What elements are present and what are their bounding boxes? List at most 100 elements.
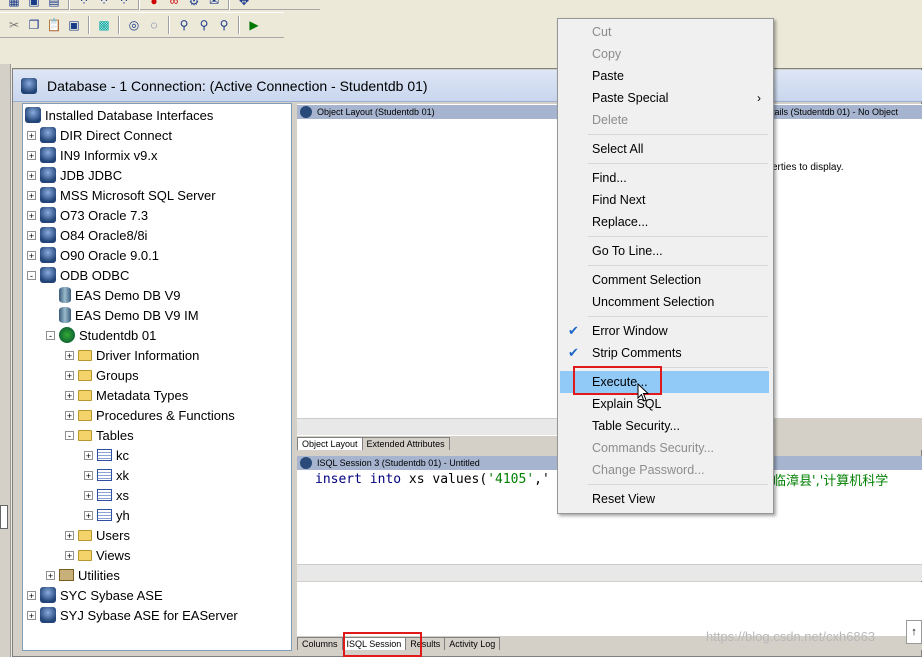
tree-item[interactable]: + O90 Oracle 9.0.1 [27, 245, 159, 265]
isql-scrollbar[interactable] [297, 564, 922, 581]
menu-item-label: Paste [592, 69, 624, 83]
tree-item[interactable]: + DIR Direct Connect [27, 125, 172, 145]
toolbar-icon-i[interactable]: ⚙ [185, 0, 203, 10]
splitter[interactable] [292, 103, 296, 651]
tree-item[interactable]: EAS Demo DB V9 [46, 285, 181, 305]
find-next-icon[interactable]: ⚲ [195, 16, 213, 34]
tree-item[interactable]: + MSS Microsoft SQL Server [27, 185, 216, 205]
tree-item[interactable]: + JDB JDBC [27, 165, 122, 185]
toolbar-icon-h[interactable]: ∞ [165, 0, 183, 10]
object-layout-scrollbar[interactable] [297, 418, 559, 435]
database-tree[interactable]: Installed Database Interfaces + DIR Direct… [22, 103, 292, 651]
expand-toggle-icon[interactable]: + [27, 150, 36, 160]
cut-icon[interactable]: ✂ [5, 16, 23, 34]
menu-item-reset-view[interactable]: Reset View [560, 488, 769, 510]
corner-button[interactable]: ↑ [906, 620, 922, 644]
tree-item[interactable]: + Metadata Types [65, 385, 188, 405]
collapse-toggle-icon[interactable]: - [65, 430, 74, 440]
menu-item-error-window[interactable]: Error Window ✔ [560, 320, 769, 342]
tree-item[interactable]: + Users [65, 525, 130, 545]
tree-item[interactable]: + Groups [65, 365, 139, 385]
object-layout-pane[interactable] [297, 104, 559, 436]
toolbar-icon-e[interactable]: ⁘ [95, 0, 113, 10]
tree-item[interactable]: + SYJ Sybase ASE for EAServer [27, 605, 238, 625]
expand-toggle-icon[interactable]: + [65, 410, 74, 420]
tree-item[interactable]: - Studentdb 01 [46, 325, 156, 345]
menu-item-paste[interactable]: Paste [560, 65, 769, 87]
paste-special-icon[interactable]: ▣ [65, 16, 83, 34]
replace-icon[interactable]: ⚲ [215, 16, 233, 34]
tree-item[interactable]: + yh [84, 505, 130, 525]
expand-toggle-icon[interactable]: + [84, 490, 93, 500]
tree-item[interactable]: + Views [65, 545, 130, 565]
toolbar-icon-a[interactable]: ▦ [5, 0, 23, 10]
tree-item[interactable]: EAS Demo DB V9 IM [46, 305, 199, 325]
expand-toggle-icon[interactable]: + [27, 130, 36, 140]
menu-item-go-to-line[interactable]: Go To Line... [560, 240, 769, 262]
menu-item-replace[interactable]: Replace... [560, 211, 769, 233]
toolbar-icon-c[interactable]: ▤ [45, 0, 63, 10]
uncomment-icon[interactable]: ◌ [145, 16, 163, 34]
tree-item[interactable]: + Procedures & Functions [65, 405, 235, 425]
tab-columns[interactable]: Columns [297, 637, 343, 650]
tree-item[interactable]: - Tables [65, 425, 134, 445]
details-pane[interactable] [772, 104, 922, 436]
expand-toggle-icon[interactable]: + [65, 550, 74, 560]
menu-item-select-all[interactable]: Select All [560, 138, 769, 160]
execute-icon[interactable]: ▶ [245, 16, 263, 34]
expand-toggle-icon[interactable]: + [65, 530, 74, 540]
tree-item[interactable]: + Driver Information [65, 345, 199, 365]
expand-toggle-icon[interactable]: + [46, 570, 55, 580]
expand-toggle-icon[interactable]: + [27, 590, 36, 600]
tab-extended-attributes[interactable]: Extended Attributes [361, 437, 450, 450]
expand-toggle-icon[interactable]: + [65, 350, 74, 360]
expand-toggle-icon[interactable]: + [27, 230, 36, 240]
expand-toggle-icon[interactable]: + [27, 610, 36, 620]
tree-item[interactable]: + IN9 Informix v9.x [27, 145, 158, 165]
tree-item[interactable]: + O84 Oracle8/8i [27, 225, 147, 245]
menu-item-strip-comments[interactable]: Strip Comments ✔ [560, 342, 769, 364]
menu-item-comment-selection[interactable]: Comment Selection [560, 269, 769, 291]
tree-item[interactable]: + kc [84, 445, 129, 465]
toolbar-icon-j[interactable]: ✉ [205, 0, 223, 10]
menu-item-find[interactable]: Find... [560, 167, 769, 189]
copy-icon[interactable]: ❐ [25, 16, 43, 34]
expand-toggle-icon[interactable]: + [27, 190, 36, 200]
expand-toggle-icon[interactable]: + [65, 390, 74, 400]
tree-item[interactable]: + O73 Oracle 7.3 [27, 205, 148, 225]
expand-toggle-icon[interactable]: + [84, 470, 93, 480]
menu-item-find-next[interactable]: Find Next [560, 189, 769, 211]
toolbar-icon-d[interactable]: ⁘ [75, 0, 93, 10]
expand-toggle-icon[interactable]: + [84, 510, 93, 520]
expand-toggle-icon[interactable]: + [27, 170, 36, 180]
collapse-toggle-icon[interactable]: - [46, 330, 55, 340]
menu-item-explain-sql[interactable]: Explain SQL [560, 393, 769, 415]
toolbar-icon-f[interactable]: ⁘ [115, 0, 133, 10]
toolbar-icon-b[interactable]: ▣ [25, 0, 43, 10]
tree-item[interactable]: + Utilities [46, 565, 120, 585]
folder-icon [78, 369, 92, 381]
tree-item[interactable]: + SYC Sybase ASE [27, 585, 163, 605]
toolbar-icon-g[interactable]: ● [145, 0, 163, 10]
find-icon[interactable]: ⚲ [175, 16, 193, 34]
tree-item[interactable]: + xs [84, 485, 129, 505]
select-all-icon[interactable]: ▩ [95, 16, 113, 34]
left-dock-button[interactable] [0, 505, 8, 529]
menu-item-uncomment-selection[interactable]: Uncomment Selection [560, 291, 769, 313]
tree-item[interactable]: + xk [84, 465, 129, 485]
tree-item[interactable]: - ODB ODBC [27, 265, 129, 285]
paste-icon[interactable]: 📋 [45, 16, 63, 34]
tree-item[interactable]: Installed Database Interfaces [25, 105, 213, 125]
expand-toggle-icon[interactable]: + [27, 250, 36, 260]
expand-toggle-icon[interactable]: + [65, 370, 74, 380]
menu-item-label: Comment Selection [592, 273, 702, 287]
expand-toggle-icon[interactable]: + [27, 210, 36, 220]
collapse-toggle-icon[interactable]: - [27, 270, 36, 280]
menu-item-table-security[interactable]: Table Security... [560, 415, 769, 437]
tab-object-layout[interactable]: Object Layout [297, 437, 363, 450]
comment-icon[interactable]: ◎ [125, 16, 143, 34]
toolbar-icon-k[interactable]: ✥ [235, 0, 253, 10]
expand-toggle-icon[interactable]: + [84, 450, 93, 460]
menu-item-paste-special[interactable]: Paste Special › [560, 87, 769, 109]
tab-activity-log[interactable]: Activity Log [444, 637, 501, 650]
